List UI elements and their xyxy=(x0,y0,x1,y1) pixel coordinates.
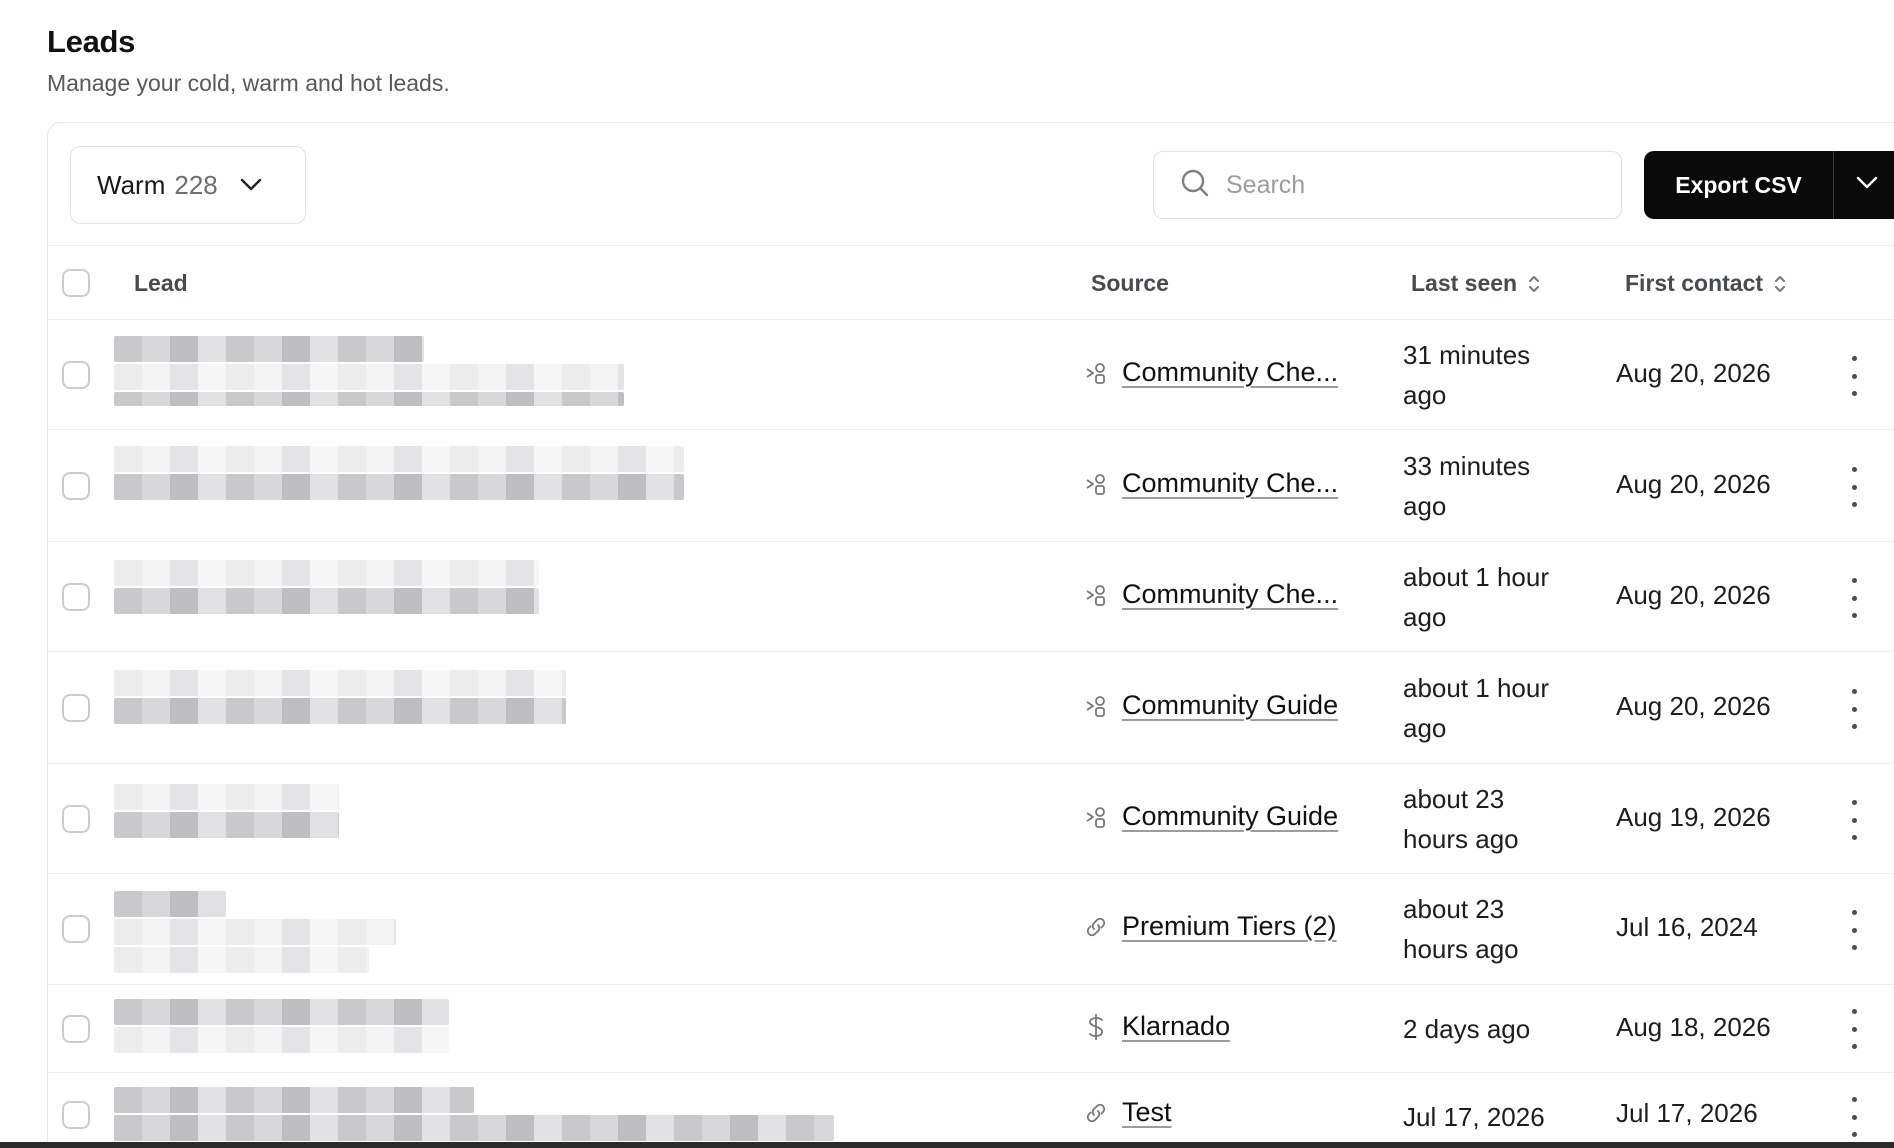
table-row[interactable]: Community Guide about 1 hour ago Aug 20,… xyxy=(48,652,1894,764)
link-icon xyxy=(1084,1101,1114,1125)
source-cell: Klarnado xyxy=(1084,1011,1230,1042)
lead-redacted xyxy=(114,784,834,864)
row-menu-icon[interactable] xyxy=(1842,578,1866,618)
source-cell: Community Che... xyxy=(1084,357,1338,388)
table-row[interactable]: Klarnado 2 days ago Aug 18, 2026 xyxy=(48,985,1894,1073)
chevron-down-icon xyxy=(1856,176,1878,195)
row-menu-icon[interactable] xyxy=(1842,356,1866,396)
row-checkbox[interactable] xyxy=(62,805,90,833)
last-seen: Jul 17, 2026 xyxy=(1403,1102,1545,1132)
source-cell: Test xyxy=(1084,1097,1172,1128)
table-row[interactable]: Test Jul 17, 2026 Jul 17, 2026 xyxy=(48,1073,1894,1148)
last-seen: about 1 hour ago xyxy=(1403,673,1550,743)
search-box[interactable] xyxy=(1153,151,1622,219)
first-contact: Aug 20, 2026 xyxy=(1616,358,1771,388)
table-row[interactable]: Premium Tiers (2) about 23 hours ago Jul… xyxy=(48,874,1894,985)
leads-card: Warm 228 Export CSV Lead xyxy=(47,122,1894,1148)
first-contact: Aug 20, 2026 xyxy=(1616,580,1771,610)
first-contact: Aug 19, 2026 xyxy=(1616,802,1771,832)
column-last-seen[interactable]: Last seen xyxy=(1411,246,1541,321)
source-cell: Premium Tiers (2) xyxy=(1084,911,1337,942)
link-icon xyxy=(1084,915,1114,939)
chevron-down-icon xyxy=(240,178,262,192)
row-checkbox[interactable] xyxy=(62,472,90,500)
table-row[interactable]: Community Che... 31 minutes ago Aug 20, … xyxy=(48,320,1894,430)
source-cell: Community Che... xyxy=(1084,579,1338,610)
filter-label: Warm xyxy=(97,169,166,200)
lead-redacted xyxy=(114,891,834,975)
share-node-icon xyxy=(1084,472,1114,496)
source-cell: Community Che... xyxy=(1084,468,1338,499)
share-node-icon xyxy=(1084,805,1114,829)
source-link[interactable]: Community Che... xyxy=(1122,579,1338,610)
lead-redacted xyxy=(114,336,834,416)
share-node-icon xyxy=(1084,361,1114,385)
row-menu-icon[interactable] xyxy=(1842,910,1866,950)
lead-temperature-filter[interactable]: Warm 228 xyxy=(70,146,306,224)
export-button-group: Export CSV xyxy=(1644,151,1894,219)
source-link[interactable]: Community Guide xyxy=(1122,690,1338,721)
page-subtitle: Manage your cold, warm and hot leads. xyxy=(47,70,450,96)
search-icon xyxy=(1180,168,1210,203)
source-link[interactable]: Community Che... xyxy=(1122,468,1338,499)
first-contact: Aug 18, 2026 xyxy=(1616,1012,1771,1042)
row-menu-icon[interactable] xyxy=(1842,689,1866,729)
dollar-icon xyxy=(1084,1012,1114,1042)
last-seen: about 23 hours ago xyxy=(1403,784,1519,854)
sort-icon xyxy=(1527,273,1541,295)
search-input[interactable] xyxy=(1226,170,1606,200)
row-checkbox[interactable] xyxy=(62,694,90,722)
last-seen: 31 minutes ago xyxy=(1403,340,1531,410)
lead-redacted xyxy=(114,670,834,750)
row-checkbox[interactable] xyxy=(62,1015,90,1043)
last-seen: about 23 hours ago xyxy=(1403,894,1519,964)
row-checkbox[interactable] xyxy=(62,361,90,389)
lead-redacted xyxy=(114,560,834,640)
row-menu-icon[interactable] xyxy=(1842,1097,1866,1137)
table-row[interactable]: Community Che... 33 minutes ago Aug 20, … xyxy=(48,430,1894,542)
source-link[interactable]: Klarnado xyxy=(1122,1011,1230,1042)
row-menu-icon[interactable] xyxy=(1842,467,1866,507)
first-contact: Aug 20, 2026 xyxy=(1616,691,1771,721)
last-seen: 33 minutes ago xyxy=(1403,451,1531,521)
row-checkbox[interactable] xyxy=(62,583,90,611)
source-link[interactable]: Test xyxy=(1122,1097,1172,1128)
first-contact: Jul 16, 2024 xyxy=(1616,912,1758,942)
leads-page: Leads Manage your cold, warm and hot lea… xyxy=(0,0,1894,1148)
source-link[interactable]: Premium Tiers (2) xyxy=(1122,911,1337,942)
row-checkbox[interactable] xyxy=(62,915,90,943)
source-link[interactable]: Community Che... xyxy=(1122,357,1338,388)
last-seen: about 1 hour ago xyxy=(1403,562,1550,632)
share-node-icon xyxy=(1084,583,1114,607)
column-first-contact-label: First contact xyxy=(1625,270,1764,296)
source-link[interactable]: Community Guide xyxy=(1122,801,1338,832)
select-all-checkbox[interactable] xyxy=(62,269,90,297)
first-contact: Aug 20, 2026 xyxy=(1616,469,1771,499)
export-csv-button[interactable]: Export CSV xyxy=(1644,151,1833,219)
lead-redacted xyxy=(114,999,834,1059)
column-first-contact[interactable]: First contact xyxy=(1625,246,1787,321)
share-node-icon xyxy=(1084,694,1114,718)
table-row[interactable]: Community Che... about 1 hour ago Aug 20… xyxy=(48,542,1894,652)
source-cell: Community Guide xyxy=(1084,690,1338,721)
table-row[interactable]: Community Guide about 23 hours ago Aug 1… xyxy=(48,764,1894,874)
last-seen: 2 days ago xyxy=(1403,1014,1531,1044)
row-menu-icon[interactable] xyxy=(1842,800,1866,840)
source-cell: Community Guide xyxy=(1084,801,1338,832)
lead-redacted xyxy=(114,1087,834,1147)
table-header: Lead Source Last seen First contact xyxy=(48,245,1894,320)
export-options-button[interactable] xyxy=(1833,151,1894,219)
first-contact: Jul 17, 2026 xyxy=(1616,1098,1758,1128)
column-source: Source xyxy=(1091,270,1169,296)
filter-count: 228 xyxy=(174,169,218,200)
sort-icon xyxy=(1773,273,1787,295)
lead-redacted xyxy=(114,446,834,526)
column-lead: Lead xyxy=(134,270,188,296)
row-menu-icon[interactable] xyxy=(1842,1009,1866,1049)
page-title: Leads xyxy=(47,24,136,59)
window-bottom-edge xyxy=(0,1142,1894,1148)
column-last-seen-label: Last seen xyxy=(1411,270,1518,296)
row-checkbox[interactable] xyxy=(62,1101,90,1129)
